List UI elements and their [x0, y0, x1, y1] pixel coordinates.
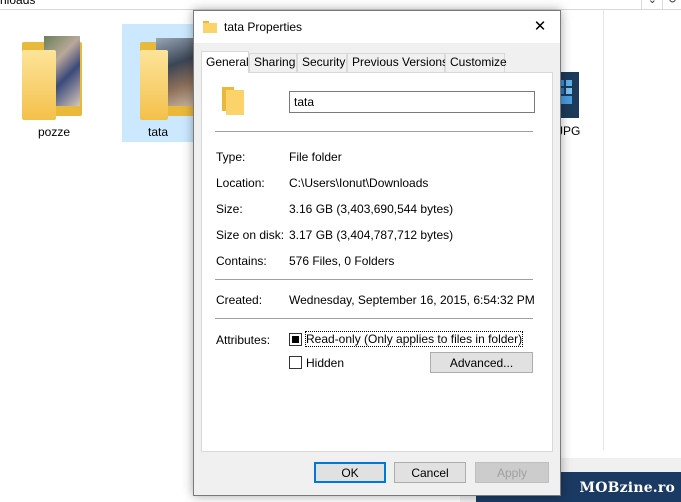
size-on-disk-value: 3.17 GB (3,404,787,712 bytes): [289, 228, 454, 242]
divider: [215, 318, 533, 319]
file-item-tata[interactable]: tata: [122, 24, 194, 142]
created-value: Wednesday, September 16, 2015, 6:54:32 P…: [289, 293, 535, 307]
file-label: tata: [147, 125, 168, 139]
attributes-label: Attributes:: [216, 333, 271, 347]
location-label: Location:: [216, 176, 265, 190]
readonly-label[interactable]: Read-only (Only applies to files in fold…: [304, 331, 524, 347]
ok-button[interactable]: OK: [314, 462, 386, 483]
close-button[interactable]: ✕: [520, 11, 560, 43]
folder-icon: [22, 36, 86, 120]
divider: [215, 131, 533, 132]
tab-previous-versions[interactable]: Previous Versions: [347, 53, 448, 72]
file-label: JPG: [557, 124, 581, 138]
folder-icon: [140, 36, 194, 120]
contains-value: 576 Files, 0 Folders: [289, 254, 395, 268]
tab-sharing[interactable]: Sharing: [249, 53, 297, 72]
tab-general[interactable]: General: [201, 51, 249, 73]
advanced-button[interactable]: Advanced...: [430, 352, 533, 373]
refresh-icon[interactable]: ↻: [668, 0, 677, 6]
type-label: Type:: [216, 150, 246, 164]
tab-customize[interactable]: Customize: [445, 53, 507, 72]
folder-name-input[interactable]: [289, 91, 535, 113]
address-buttons: ⌄ ↻: [641, 0, 681, 9]
apply-button[interactable]: Apply: [475, 462, 549, 483]
created-label: Created:: [216, 293, 263, 307]
cancel-button[interactable]: Cancel: [394, 462, 466, 483]
dialog-title: tata Properties: [224, 20, 303, 34]
folder-icon: [203, 21, 217, 33]
size-label: Size:: [216, 202, 243, 216]
tab-security[interactable]: Security: [297, 53, 347, 72]
divider: [215, 279, 533, 280]
watermark: MOBzine.ro: [579, 480, 675, 496]
hidden-checkbox[interactable]: [289, 356, 302, 369]
file-item-pozze[interactable]: pozze: [12, 24, 96, 142]
size-value: 3.16 GB (3,403,690,544 bytes): [289, 202, 454, 216]
address-text: nloads: [0, 0, 36, 7]
chevron-down-icon[interactable]: ⌄: [648, 0, 657, 6]
file-label: pozze: [37, 125, 71, 139]
divider: [662, 0, 663, 9]
hidden-label[interactable]: Hidden: [306, 356, 344, 370]
type-value: File folder: [289, 150, 342, 164]
title-bar[interactable]: tata Properties ✕: [194, 11, 560, 43]
general-panel: Type: File folder Location: C:\Users\Ion…: [201, 72, 553, 452]
location-value: C:\Users\Ionut\Downloads: [289, 176, 429, 190]
properties-dialog: tata Properties ✕ General Sharing Securi…: [193, 10, 561, 496]
close-icon: ✕: [533, 18, 547, 35]
readonly-checkbox[interactable]: [289, 333, 302, 346]
contains-label: Contains:: [216, 254, 267, 268]
scrollbar-track: [603, 10, 604, 450]
folder-icon: [222, 87, 244, 115]
address-bar[interactable]: nloads ⌄ ↻: [0, 0, 681, 10]
size-on-disk-label: Size on disk:: [216, 228, 285, 242]
